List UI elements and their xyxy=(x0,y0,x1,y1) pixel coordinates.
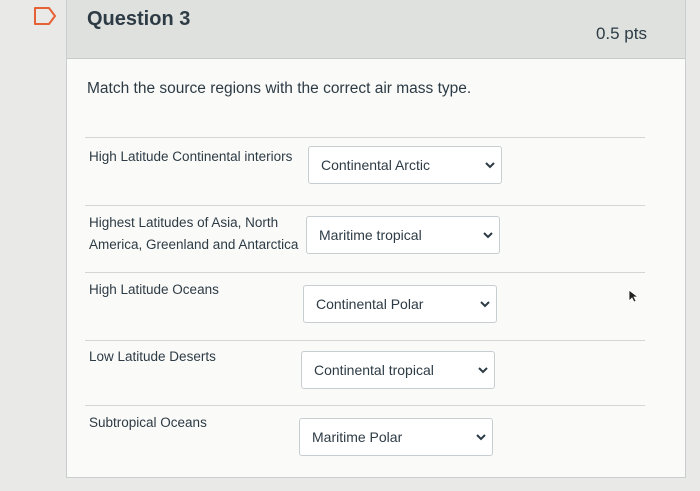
chevron-down-icon xyxy=(476,434,486,441)
bookmark-flag-icon[interactable] xyxy=(33,6,57,26)
source-region-label: Highest Latitudes of Asia, North America… xyxy=(89,215,299,252)
question-prompt: Match the source regions with the correc… xyxy=(87,80,472,97)
chevron-down-icon xyxy=(483,232,493,239)
dropdown-selected-value: Continental Polar xyxy=(316,296,424,312)
source-region-label: High Latitude Continental interiors xyxy=(89,149,293,164)
air-mass-dropdown[interactable]: Continental tropical xyxy=(301,351,495,389)
air-mass-dropdown[interactable]: Maritime Polar xyxy=(299,418,493,456)
source-region-label: Low Latitude Deserts xyxy=(89,349,216,364)
question-header: Question 3 0.5 pts xyxy=(67,0,685,59)
question-card: Question 3 0.5 pts Match the source regi… xyxy=(66,0,686,478)
chevron-down-icon xyxy=(478,367,488,374)
air-mass-dropdown[interactable]: Continental Arctic xyxy=(308,146,502,184)
source-region-label: Subtropical Oceans xyxy=(89,415,207,430)
dropdown-selected-value: Maritime tropical xyxy=(319,227,422,243)
match-row: Highest Latitudes of Asia, North America… xyxy=(85,205,645,276)
match-row: Subtropical Oceans Maritime Polar xyxy=(85,405,645,476)
dropdown-selected-value: Maritime Polar xyxy=(312,429,403,445)
chevron-down-icon xyxy=(480,301,490,308)
dropdown-selected-value: Continental tropical xyxy=(314,362,434,378)
match-row: Low Latitude Deserts Continental tropica… xyxy=(85,340,645,411)
source-region-label: High Latitude Oceans xyxy=(89,282,219,297)
air-mass-dropdown[interactable]: Continental Polar xyxy=(303,285,497,323)
question-points: 0.5 pts xyxy=(595,24,647,43)
question-title: Question 3 xyxy=(87,8,191,30)
mouse-pointer-icon xyxy=(628,289,640,303)
chevron-down-icon xyxy=(485,162,495,169)
air-mass-dropdown[interactable]: Maritime tropical xyxy=(306,216,500,254)
match-row: High Latitude Oceans Continental Polar xyxy=(85,272,645,343)
match-row: High Latitude Continental interiors Cont… xyxy=(85,137,645,208)
dropdown-selected-value: Continental Arctic xyxy=(321,157,430,173)
